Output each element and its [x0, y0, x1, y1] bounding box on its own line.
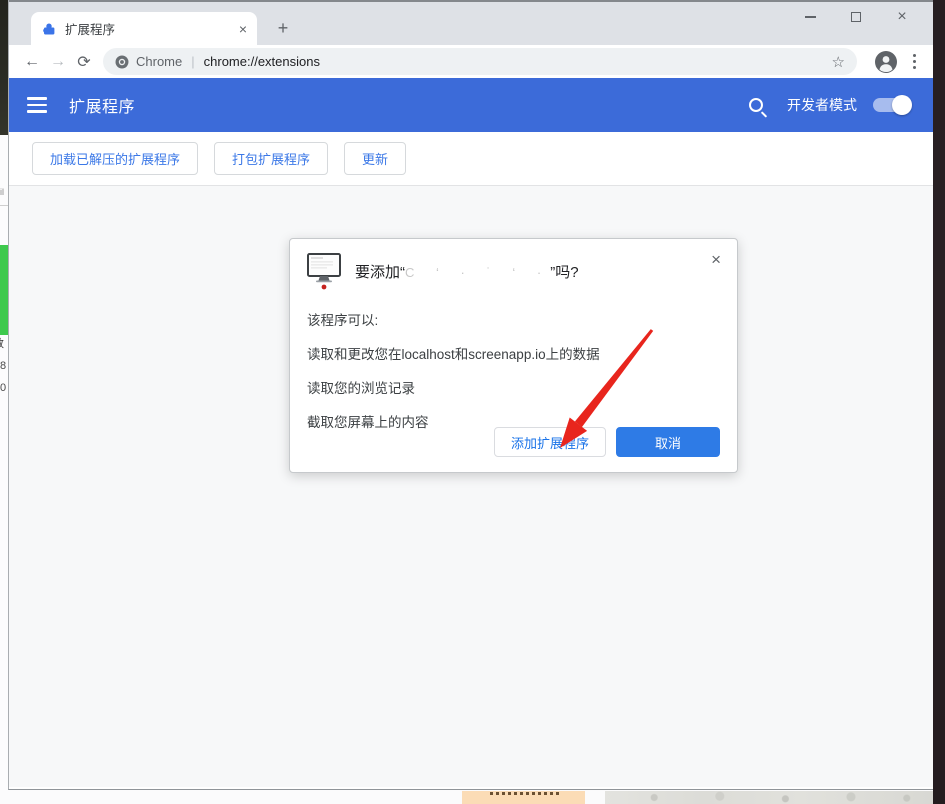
cancel-button[interactable]: 取消	[616, 427, 720, 457]
bookmark-star-icon[interactable]: ☆	[832, 53, 845, 71]
browser-menu-button[interactable]	[905, 54, 923, 69]
extensions-action-bar: 加载已解压的扩展程序 打包扩展程序 更新	[9, 132, 933, 186]
add-extension-button[interactable]: 添加扩展程序	[494, 427, 606, 457]
background-number-fragment: 0	[0, 382, 6, 394]
background-window-bottom-sliver	[0, 790, 933, 804]
reload-button[interactable]: ⟳	[71, 52, 97, 72]
url-separator: |	[191, 54, 194, 69]
dialog-title-suffix: ”吗?	[550, 264, 578, 281]
maximize-icon	[851, 12, 861, 22]
background-peach-block	[462, 791, 585, 804]
dialog-title-redacted-name: C ‘ · ˙ ‘ ·	[405, 265, 550, 280]
developer-mode-toggle[interactable]	[873, 98, 909, 112]
background-window-left-sliver: il 数 8 0	[0, 135, 8, 790]
screen-recorder-extension-icon	[307, 253, 341, 291]
extensions-header: 扩展程序 开发者模式	[9, 78, 933, 132]
forward-button[interactable]: →	[45, 53, 71, 71]
pack-extension-button[interactable]: 打包扩展程序	[214, 142, 328, 175]
tab-extensions[interactable]: 扩展程序 ×	[31, 12, 257, 45]
close-window-button[interactable]: ×	[879, 2, 925, 32]
background-engraving-image	[605, 791, 933, 804]
permission-item: 读取您的浏览记录	[307, 377, 720, 397]
maximize-button[interactable]	[833, 2, 879, 32]
tab-strip: 扩展程序 × + ×	[9, 0, 933, 45]
dialog-actions: 添加扩展程序 取消	[494, 427, 720, 457]
background-divider-fragment	[0, 205, 8, 206]
toggle-knob	[892, 95, 912, 115]
background-number-fragment: 8	[0, 360, 6, 372]
update-button[interactable]: 更新	[344, 142, 406, 175]
minimize-button[interactable]	[787, 2, 833, 32]
background-green-block	[0, 245, 8, 335]
background-text-fragment: il	[0, 187, 4, 197]
url-text: chrome://extensions	[204, 54, 320, 69]
browser-toolbar: ← → ⟳ Chrome | chrome://extensions ☆	[9, 45, 933, 78]
desktop-wallpaper-right	[933, 0, 945, 804]
chrome-logo-icon	[115, 55, 129, 69]
background-tiny-text	[490, 792, 560, 795]
profile-avatar[interactable]	[873, 49, 899, 75]
dialog-header: 要添加“C ‘ · ˙ ‘ ·”吗?	[307, 253, 720, 291]
dialog-title: 要添加“C ‘ · ˙ ‘ ·”吗?	[355, 261, 579, 282]
dialog-intro-text: 该程序可以:	[307, 309, 720, 329]
address-bar[interactable]: Chrome | chrome://extensions ☆	[103, 48, 857, 75]
dialog-close-icon[interactable]: ×	[707, 247, 725, 272]
back-button[interactable]: ←	[19, 53, 45, 71]
browser-window: 扩展程序 × + × ← → ⟳ Chrome | chrome://exten…	[8, 0, 933, 790]
add-extension-dialog: 要添加“C ‘ · ˙ ‘ ·”吗? × 该程序可以: 读取和更改您在local…	[289, 238, 738, 473]
main-menu-button[interactable]	[27, 97, 47, 113]
permission-item: 读取和更改您在localhost和screenapp.io上的数据	[307, 343, 720, 363]
developer-mode-label: 开发者模式	[787, 95, 857, 115]
tab-close-icon[interactable]: ×	[239, 22, 247, 36]
search-icon[interactable]	[749, 98, 763, 112]
site-label: Chrome	[136, 54, 182, 69]
background-char-fragment: 数	[0, 335, 4, 351]
page-title: 扩展程序	[69, 93, 135, 117]
dialog-title-prefix: 要添加“	[355, 264, 405, 281]
avatar-icon	[874, 50, 898, 74]
desktop-wallpaper-topleft	[0, 0, 8, 135]
window-controls: ×	[787, 2, 925, 32]
extension-puzzle-icon	[41, 21, 57, 37]
close-icon: ×	[897, 9, 906, 25]
tab-title: 扩展程序	[65, 19, 239, 38]
minimize-icon	[805, 16, 816, 18]
new-tab-button[interactable]: +	[271, 16, 295, 40]
load-unpacked-button[interactable]: 加载已解压的扩展程序	[32, 142, 198, 175]
